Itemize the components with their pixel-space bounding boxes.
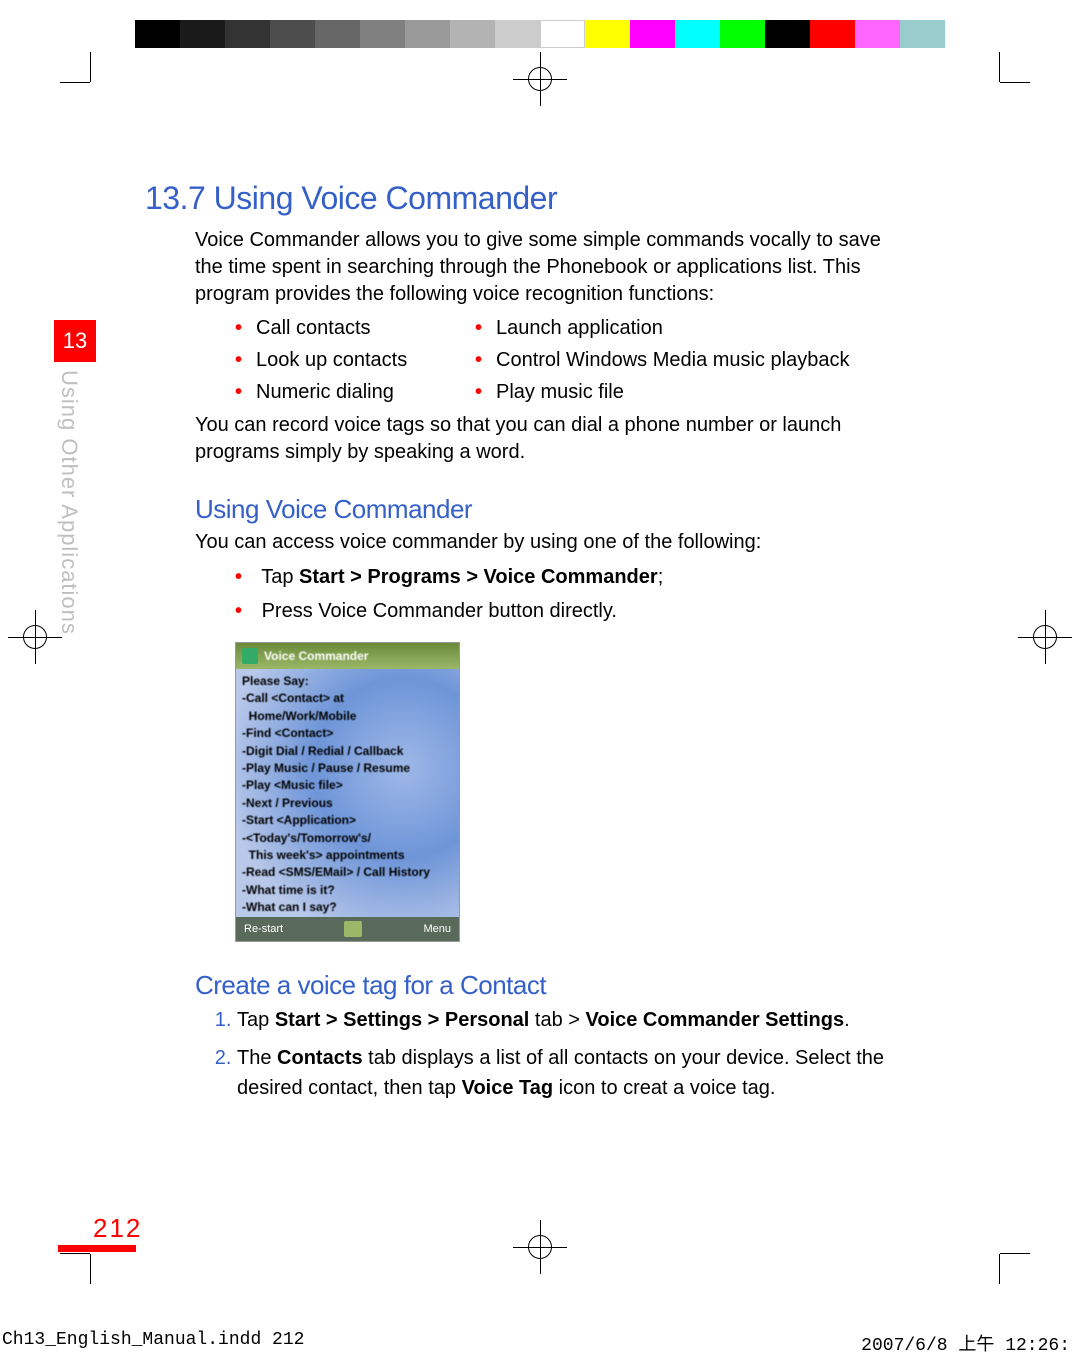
list-item: Press Voice Commander button directly. (235, 594, 925, 628)
crop-mark (970, 52, 1030, 112)
feature-row: Look up contacts Control Windows Media m… (235, 344, 925, 376)
print-color-bar (135, 20, 945, 48)
slug-filename: Ch13_English_Manual.indd 212 (2, 1330, 304, 1356)
softkey-left: Re-start (244, 923, 283, 935)
page-content: 13.7 Using Voice Commander Voice Command… (95, 180, 925, 1111)
voice-tag-note: You can record voice tags so that you ca… (195, 412, 895, 466)
text: ; (658, 566, 664, 588)
screenshot-title: Voice Commander (264, 649, 368, 663)
start-icon (242, 648, 258, 664)
screenshot-prompt-text: Please Say: -Call <Contact> at Home/Work… (242, 673, 455, 934)
list-item: Tap Start > Settings > Personal tab > Vo… (237, 1005, 917, 1035)
softkey-right: Menu (423, 923, 451, 935)
intro-paragraph: Voice Commander allows you to give some … (195, 227, 895, 308)
feature-item: Play music file (475, 376, 925, 408)
registration-mark-top (523, 62, 557, 96)
text: The (237, 1047, 277, 1069)
slug-datetime: 2007/6/8 上午 12:26: (861, 1330, 1070, 1356)
subsection-heading: Create a voice tag for a Contact (195, 970, 925, 1001)
text: Tap (237, 1009, 275, 1031)
registration-mark-left (18, 620, 52, 654)
ordered-list: Tap Start > Settings > Personal tab > Vo… (195, 1005, 917, 1103)
text: icon to creat a voice tag. (553, 1077, 775, 1099)
feature-item: Call contacts (235, 312, 475, 344)
screenshot-titlebar: Voice Commander (236, 643, 459, 669)
registration-mark-right (1028, 620, 1062, 654)
page-number-ornament (58, 1245, 136, 1252)
ui-path: Start > Programs > Voice Commander (299, 566, 658, 588)
ui-path: Start > Settings > Personal (275, 1009, 530, 1031)
section-heading: 13.7 Using Voice Commander (145, 180, 925, 217)
crop-mark (970, 1224, 1030, 1284)
feature-item: Look up contacts (235, 344, 475, 376)
subsection-heading: Using Voice Commander (195, 494, 925, 525)
feature-item: Launch application (475, 312, 925, 344)
screenshot-body: Please Say: -Call <Contact> at Home/Work… (236, 669, 459, 917)
feature-row: Numeric dialing Play music file (235, 376, 925, 408)
list-item: Tap Start > Programs > Voice Commander; (235, 560, 925, 594)
print-slug: Ch13_English_Manual.indd 212 2007/6/8 上午… (2, 1330, 1070, 1356)
side-running-head: Using Other Applications (56, 370, 82, 635)
page-number: 212 (93, 1213, 142, 1244)
text: Press Voice Commander button directly. (262, 600, 617, 622)
ui-label: Voice Tag (462, 1077, 554, 1099)
subsection-lead: You can access voice commander by using … (195, 529, 895, 556)
chapter-tab: 13 (54, 320, 96, 362)
feature-item: Control Windows Media music playback (475, 344, 925, 376)
feature-row: Call contacts Launch application (235, 312, 925, 344)
text: . (844, 1009, 850, 1031)
ui-label: Contacts (277, 1047, 363, 1069)
list-item: The Contacts tab displays a list of all … (237, 1043, 917, 1103)
ui-path: Voice Commander Settings (586, 1009, 845, 1031)
keyboard-icon (344, 921, 362, 937)
text: tab > (529, 1009, 585, 1031)
screenshot-softkey-bar: Re-start Menu (236, 917, 459, 941)
device-screenshot: Voice Commander Please Say: -Call <Conta… (235, 642, 460, 942)
feature-item: Numeric dialing (235, 376, 475, 408)
registration-mark-bottom (523, 1230, 557, 1264)
crop-mark (60, 52, 120, 112)
text: Tap (261, 566, 299, 588)
